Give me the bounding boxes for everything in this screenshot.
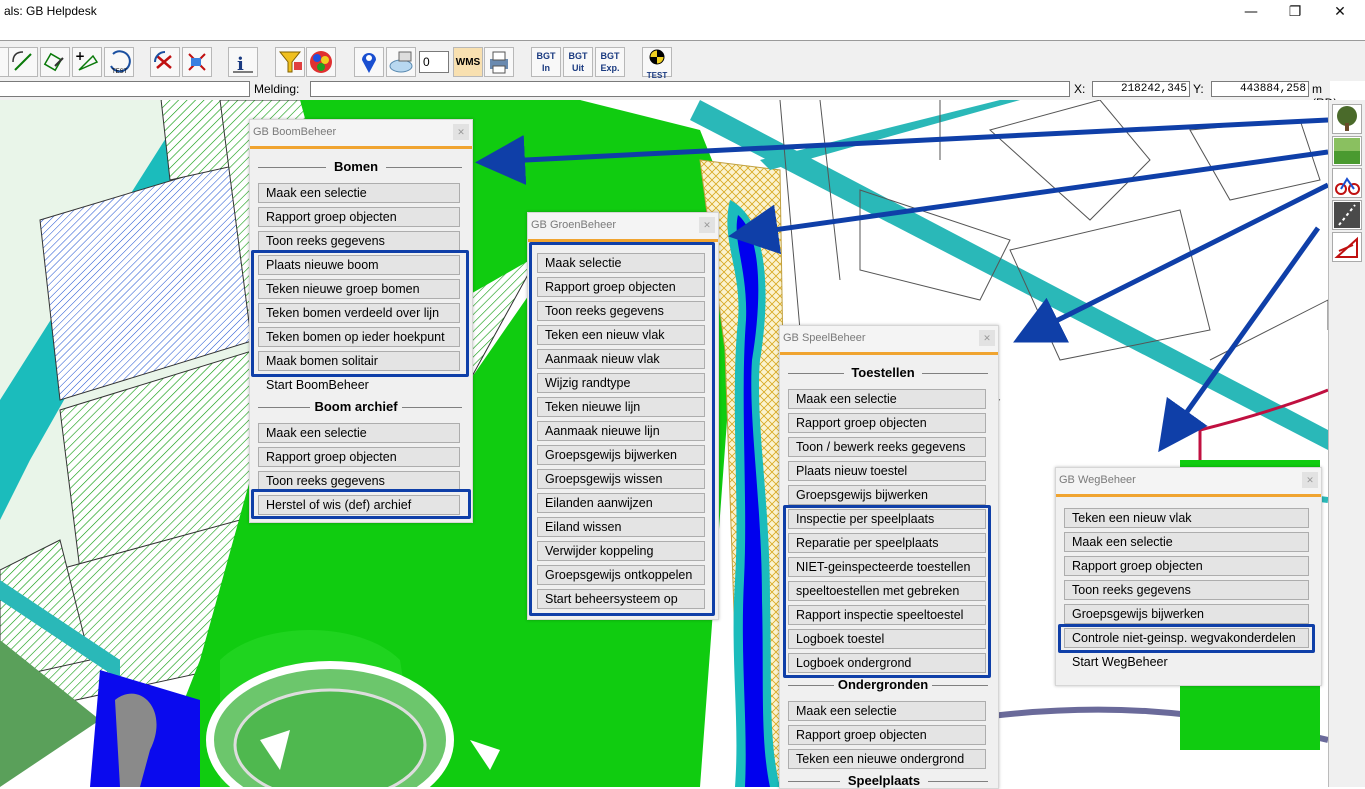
edit-shape-tool-icon[interactable] (40, 47, 70, 77)
speel-maak-selectie-button[interactable]: Maak een selectie (788, 389, 986, 409)
playground-icon[interactable] (1332, 168, 1362, 198)
highlight-speel-tools (783, 505, 991, 678)
palette-icon[interactable] (306, 47, 336, 77)
divider (922, 373, 988, 374)
divider (788, 685, 834, 686)
left-status-field (0, 81, 250, 97)
start-wegbeheer-button[interactable]: Start WegBeheer (1064, 652, 1309, 672)
layer-counter-spinner[interactable]: 0 (419, 51, 449, 73)
test-small-label: TEST (112, 69, 128, 75)
arrow-to-weg (1158, 226, 1321, 453)
melding-field (310, 81, 1070, 97)
close-icon[interactable]: ✕ (453, 124, 469, 140)
highlight-weg-controle (1058, 624, 1315, 653)
wms-button[interactable]: WMS (453, 47, 483, 77)
right-toolbar (1328, 100, 1365, 787)
divider (788, 373, 844, 374)
archief-toon-reeks-button[interactable]: Toon reeks gegevens (258, 471, 460, 491)
section-title-boom-archief: Boom archief (314, 399, 398, 414)
test-label: TEST (646, 71, 668, 80)
maximize-button[interactable]: ❐ (1272, 0, 1318, 24)
archief-maak-selectie-button[interactable]: Maak een selectie (258, 423, 460, 443)
teken-nieuwe-ondergrond-button[interactable]: Teken een nieuwe ondergrond (788, 749, 986, 769)
arrow-to-speel (1013, 182, 1328, 343)
melding-label: Melding: (254, 82, 300, 96)
ondergrond-maak-selectie-button[interactable]: Maak een selectie (788, 701, 986, 721)
y-label: Y: (1193, 82, 1204, 96)
boombeheer-title: GB BoomBeheer (253, 126, 337, 138)
svg-text:+: + (75, 49, 85, 63)
start-boombeheer-button[interactable]: Start BoomBeheer (258, 375, 460, 395)
close-icon[interactable]: ✕ (979, 330, 995, 346)
weg-rapport-button[interactable]: Rapport groep objecten (1064, 556, 1309, 576)
section-title-speelplaats: Speelplaats (847, 773, 921, 788)
divider (788, 781, 840, 782)
highlight-boom-tools (251, 250, 469, 377)
title-bar: als: GB Helpdesk — ❐ ✕ (0, 0, 1365, 24)
archief-rapport-button[interactable]: Rapport groep objecten (258, 447, 460, 467)
close-icon[interactable]: ✕ (1302, 472, 1318, 488)
weg-groepsgewijs-bijwerken-button[interactable]: Groepsgewijs bijwerken (1064, 604, 1309, 624)
print-icon[interactable] (484, 47, 514, 77)
groenbeheer-title: GB GroenBeheer (531, 219, 616, 231)
section-title-toestellen: Toestellen (851, 365, 915, 380)
speelbeheer-title: GB SpeelBeheer (783, 332, 866, 344)
arrow-to-boom (475, 117, 1328, 185)
boom-rapport-button[interactable]: Rapport groep objecten (258, 207, 460, 227)
speel-groepsgewijs-bijwerken-button[interactable]: Groepsgewijs bijwerken (788, 485, 986, 505)
groenbeheer-header[interactable]: GB GroenBeheer ✕ (528, 213, 718, 242)
test-tool-button[interactable]: TEST (104, 47, 134, 77)
divider (258, 167, 326, 168)
draw-line-tool-icon[interactable] (8, 47, 38, 77)
wegbeheer-title: GB WegBeheer (1059, 474, 1136, 486)
y-coordinate-field: 443884,258 (1211, 81, 1309, 97)
status-bar: Melding: X: 218242,345 Y: 443884,258 m (… (0, 80, 1337, 110)
section-title-ondergronden: Ondergronden (837, 677, 929, 692)
close-button[interactable]: ✕ (1317, 0, 1363, 24)
grass-icon[interactable] (1332, 136, 1362, 166)
minimize-button[interactable]: — (1228, 0, 1274, 24)
weg-maak-selectie-button[interactable]: Maak een selectie (1064, 532, 1309, 552)
close-icon[interactable]: ✕ (699, 217, 715, 233)
x-coordinate-field: 218242,345 (1092, 81, 1190, 97)
cloud-camera-icon[interactable] (386, 47, 416, 77)
speel-rapport-button[interactable]: Rapport groep objecten (788, 413, 986, 433)
speelbeheer-header[interactable]: GB SpeelBeheer ✕ (780, 326, 998, 355)
wegbeheer-panel: GB WegBeheer ✕ Teken een nieuw vlak Maak… (1055, 467, 1322, 686)
delete-tool-icon[interactable] (182, 47, 212, 77)
undo-tool-icon[interactable] (150, 47, 180, 77)
plaats-nieuw-toestel-button[interactable]: Plaats nieuw toestel (788, 461, 986, 481)
info-tool-icon[interactable]: i (228, 47, 258, 77)
divider (402, 407, 462, 408)
toon-bewerk-reeks-button[interactable]: Toon / bewerk reeks gegevens (788, 437, 986, 457)
bgt-uit-button[interactable]: BGT Uit (563, 47, 593, 77)
weg-teken-nieuw-vlak-button[interactable]: Teken een nieuw vlak (1064, 508, 1309, 528)
toolbar: + TEST i 0 WMS BGT In BGT Uit BGT Exp. T… (0, 40, 1365, 81)
tree-icon[interactable] (1332, 104, 1362, 134)
bgt-in-button[interactable]: BGT In (531, 47, 561, 77)
test-button[interactable]: TEST (642, 47, 672, 80)
window-title: als: GB Helpdesk (4, 4, 97, 18)
bgt-exp-button[interactable]: BGT Exp. (595, 47, 625, 77)
filter-layer-icon[interactable] (275, 47, 305, 77)
add-node-tool-icon[interactable]: + (72, 47, 102, 77)
highlight-groen-tools (529, 242, 715, 616)
boom-toon-reeks-button[interactable]: Toon reeks gegevens (258, 231, 460, 251)
weg-toon-reeks-button[interactable]: Toon reeks gegevens (1064, 580, 1309, 600)
section-title-bomen: Bomen (333, 159, 379, 174)
divider (928, 781, 988, 782)
highlight-boom-archief (251, 489, 471, 519)
wegbeheer-header[interactable]: GB WegBeheer ✕ (1056, 468, 1321, 497)
arrow-to-groen (728, 149, 1328, 255)
x-label: X: (1074, 82, 1086, 96)
warning-icon[interactable] (1332, 232, 1362, 262)
divider (932, 685, 988, 686)
ondergrond-rapport-button[interactable]: Rapport groep objecten (788, 725, 986, 745)
location-pin-icon[interactable] (354, 47, 384, 77)
divider (258, 407, 310, 408)
boom-maak-selectie-button[interactable]: Maak een selectie (258, 183, 460, 203)
road-icon[interactable] (1332, 200, 1362, 230)
divider (386, 167, 462, 168)
boombeheer-header[interactable]: GB BoomBeheer ✕ (250, 120, 472, 149)
